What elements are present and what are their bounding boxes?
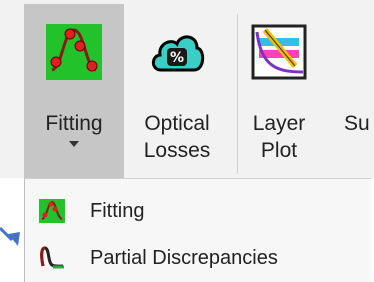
cloud-percent-icon: % — [147, 22, 207, 82]
label-line-1: Layer — [252, 112, 306, 135]
menu-item-fitting[interactable]: Fitting — [25, 188, 371, 234]
ribbon: Fitting % Optical Losses Layer Plot Su — [0, 0, 374, 178]
discrepancy-curve-icon — [35, 243, 69, 273]
partial-icon-area — [344, 22, 374, 82]
layer-plot-button-label: Layer Plot — [253, 110, 306, 164]
fitting-button[interactable]: Fitting — [24, 4, 124, 178]
menu-item-label: Partial Discrepancies — [90, 246, 278, 269]
optical-losses-button[interactable]: % Optical Losses — [130, 4, 224, 178]
label-line-1: Optical — [144, 112, 210, 135]
layer-plot-icon — [249, 22, 309, 82]
optical-losses-button-label: Optical Losses — [144, 110, 211, 164]
ribbon-separator — [237, 14, 238, 174]
svg-text:%: % — [170, 50, 184, 66]
fitting-curve-icon — [35, 196, 69, 226]
fitting-dropdown-menu: Fitting Partial Discrepancies — [24, 178, 371, 282]
menu-item-label: Fitting — [90, 199, 145, 222]
fitting-curve-icon — [44, 22, 104, 82]
partial-button-label: Su — [344, 112, 370, 135]
label-line-2: Plot — [260, 139, 298, 162]
pointer-arrow-icon — [0, 226, 22, 261]
menu-item-partial-discrepancies[interactable]: Partial Discrepancies — [25, 235, 371, 281]
layer-plot-button[interactable]: Layer Plot — [244, 4, 314, 178]
fitting-button-label: Fitting — [45, 112, 103, 135]
label-line-2: Losses — [143, 139, 211, 162]
partial-ribbon-button[interactable]: Su — [344, 4, 374, 178]
dropdown-caret-icon — [69, 141, 79, 147]
